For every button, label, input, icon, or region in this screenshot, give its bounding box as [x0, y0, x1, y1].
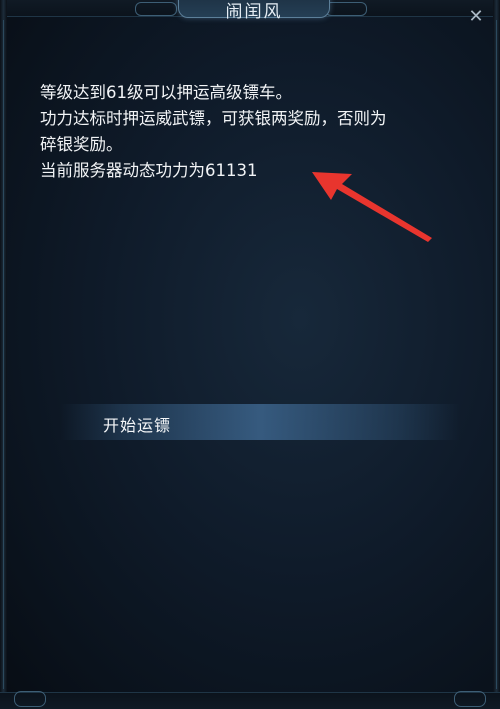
description-line: 碎银奖励。: [40, 135, 123, 154]
close-icon: ✕: [468, 6, 484, 27]
title-ornament-right: [325, 2, 367, 16]
frame-left-border: [0, 0, 7, 709]
corner-ornament-left: [14, 691, 46, 707]
dialog-title: 闹闰风: [225, 2, 283, 22]
corner-ornament-right: [454, 691, 486, 707]
escort-dialog: 闹闰风 ✕ 等级达到61级可以押运高级镖车。 功力达标时押运威武镖，可获银两奖励…: [0, 0, 500, 709]
close-button[interactable]: ✕: [465, 6, 487, 28]
start-escort-button[interactable]: 开始运镖: [60, 404, 460, 440]
red-arrow-icon: [312, 172, 432, 242]
description-line: 等级达到61级可以押运高级镖车。: [40, 83, 292, 102]
frame-right-border: [493, 0, 500, 709]
description-line: 功力达标时押运威武镖，可获银两奖励，否则为: [40, 109, 387, 128]
title-plate: 闹闰风: [178, 0, 330, 22]
start-escort-label: 开始运镖: [103, 416, 172, 435]
title-ornament-left: [135, 2, 177, 16]
frame-bottom-border: [0, 692, 500, 709]
